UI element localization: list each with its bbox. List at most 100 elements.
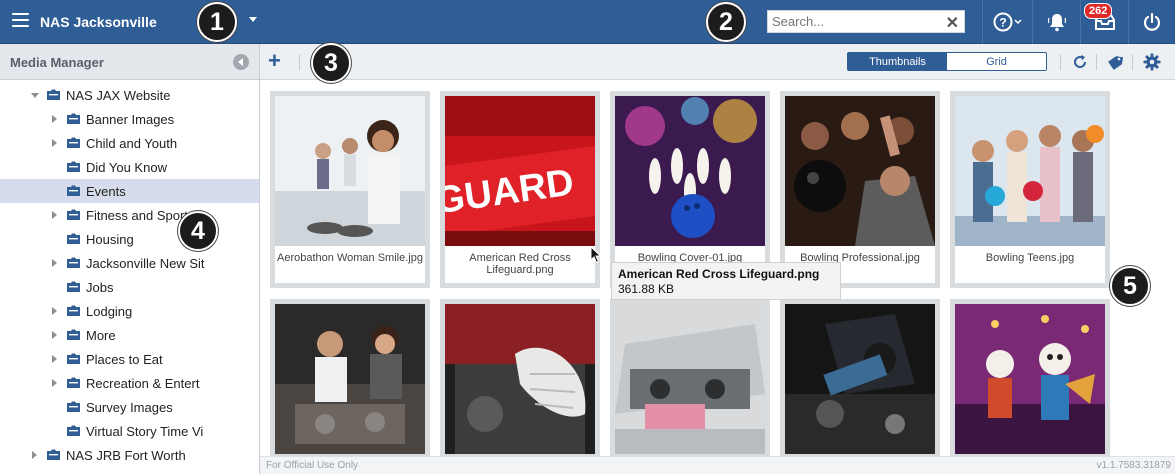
- tree-item-label: Recreation & Entert: [86, 376, 200, 391]
- media-manager-header: Media Manager: [0, 44, 259, 80]
- media-thumbnail-card[interactable]: [440, 299, 600, 474]
- callout-marker: 1: [197, 2, 237, 42]
- tree-item-label: More: [86, 328, 116, 343]
- tooltip-file-name: American Red Cross Lifeguard.png: [618, 267, 820, 281]
- tree-item-label: NAS JAX Website: [66, 88, 171, 103]
- tree-item-label: Jacksonville New Sit: [86, 256, 205, 271]
- media-thumbnail-card[interactable]: [610, 299, 770, 474]
- media-thumbnail-card[interactable]: [270, 299, 430, 474]
- callout-marker: 3: [311, 43, 351, 83]
- tree-item-label: Survey Images: [86, 400, 173, 415]
- folder-icon: [66, 112, 81, 125]
- caret-right-icon[interactable]: [52, 355, 57, 363]
- media-thumbnail-card[interactable]: [950, 299, 1110, 474]
- fitness-photo: [275, 96, 425, 246]
- bowling-pins-photo: [615, 96, 765, 246]
- add-icon[interactable]: +: [268, 50, 281, 72]
- folder-icon: [66, 184, 81, 197]
- refresh-icon[interactable]: [1071, 53, 1089, 71]
- footer: For Official Use Only v1.1.7583.31879: [260, 456, 1175, 474]
- inbox-button[interactable]: 262: [1080, 0, 1128, 44]
- mechanic-photo: [275, 304, 425, 454]
- toolbar-separator: [299, 54, 300, 70]
- caret-right-icon[interactable]: [52, 307, 57, 315]
- media-thumbnail-card[interactable]: Bowling Teens.jpg: [950, 91, 1110, 288]
- caret-right-icon[interactable]: [52, 139, 57, 147]
- bowler-photo: [785, 96, 935, 246]
- tooltip-file-size: 361.88 KB: [618, 282, 675, 296]
- tree-item[interactable]: Places to Eat: [0, 347, 259, 371]
- tree-item[interactable]: Child and Youth: [0, 131, 259, 155]
- lifeguard-photo: GUARD: [445, 96, 595, 246]
- site-title[interactable]: NAS Jacksonville: [40, 14, 157, 30]
- panel-divider[interactable]: [259, 44, 260, 474]
- folder-icon: [66, 328, 81, 341]
- caret-right-icon[interactable]: [52, 379, 57, 387]
- grid-view-button[interactable]: Grid: [947, 53, 1046, 70]
- media-file-name: Aerobathon Woman Smile.jpg: [275, 246, 425, 283]
- help-icon: ?: [993, 12, 1022, 32]
- search-input[interactable]: [768, 11, 944, 32]
- media-thumbnail-card[interactable]: Bowling Cover-01.jpg: [610, 91, 770, 288]
- tree-item[interactable]: Lodging: [0, 299, 259, 323]
- tree-item[interactable]: NAS JAX Website: [0, 83, 259, 107]
- tree-item[interactable]: Recreation & Entert: [0, 371, 259, 395]
- thumbnails-view-button[interactable]: Thumbnails: [848, 53, 947, 70]
- tree-item-label: Events: [86, 184, 126, 199]
- tree-item[interactable]: Fitness and Sport: [0, 203, 259, 227]
- power-icon: [1143, 12, 1161, 31]
- media-thumbnail-card[interactable]: [780, 299, 940, 474]
- tree-item[interactable]: Banner Images: [0, 107, 259, 131]
- caret-right-icon[interactable]: [32, 451, 37, 459]
- folder-tree: NAS JAX Website Banner Images Child and Yo…: [0, 83, 259, 467]
- toolbar-separator: [1132, 54, 1133, 70]
- folder-icon: [66, 352, 81, 365]
- site-dropdown-caret-icon[interactable]: [249, 17, 257, 22]
- caret-right-icon[interactable]: [52, 211, 57, 219]
- folder-icon: [66, 424, 81, 437]
- bell-icon: [1047, 14, 1066, 32]
- clear-search-icon[interactable]: ✕: [946, 13, 959, 33]
- toolbar-separator: [1060, 54, 1061, 70]
- mouse-cursor-icon: [590, 246, 602, 264]
- media-toolbar: + Thumbnails Grid: [260, 44, 1175, 80]
- media-thumbnail-card[interactable]: Aerobathon Woman Smile.jpg: [270, 91, 430, 288]
- tree-item[interactable]: Virtual Story Time Vi: [0, 419, 259, 443]
- tree-item[interactable]: Jobs: [0, 275, 259, 299]
- tree-item-label: Fitness and Sport: [86, 208, 188, 223]
- tree-item[interactable]: Housing: [0, 227, 259, 251]
- folder-icon: [46, 88, 61, 101]
- folder-icon: [66, 136, 81, 149]
- notification-count-badge: 262: [1084, 3, 1113, 19]
- toolbar-separator: [1096, 54, 1097, 70]
- caret-right-icon[interactable]: [52, 331, 57, 339]
- tree-item[interactable]: Events: [0, 179, 259, 203]
- tree-item[interactable]: More: [0, 323, 259, 347]
- media-file-name: American Red Cross Lifeguard.png: [445, 246, 595, 283]
- caret-right-icon[interactable]: [52, 115, 57, 123]
- caret-right-icon[interactable]: [52, 259, 57, 267]
- folder-icon: [66, 280, 81, 293]
- version-label: v1.1.7583.31879: [1096, 460, 1171, 471]
- tree-item[interactable]: Jacksonville New Sit: [0, 251, 259, 275]
- collapse-panel-icon[interactable]: [233, 54, 249, 70]
- notifications-button[interactable]: [1032, 0, 1080, 44]
- menu-icon[interactable]: [12, 13, 29, 27]
- tag-icon[interactable]: [1106, 53, 1124, 71]
- tree-item-label: Lodging: [86, 304, 133, 319]
- tree-item[interactable]: Did You Know: [0, 155, 259, 179]
- tree-item-label: Child and Youth: [86, 136, 178, 151]
- tree-item-label: NAS JRB Fort Worth: [66, 448, 186, 463]
- caret-down-icon[interactable]: [31, 93, 39, 98]
- settings-gear-icon[interactable]: [1143, 53, 1161, 71]
- media-thumbnail-card[interactable]: Bowling Professional.jpg: [780, 91, 940, 288]
- tree-item[interactable]: NAS JRB Fort Worth: [0, 443, 259, 467]
- animated-skeleton-photo: [955, 304, 1105, 454]
- file-info-tooltip: American Red Cross Lifeguard.png 361.88 …: [611, 262, 841, 300]
- tree-item-label: Housing: [86, 232, 134, 247]
- media-thumbnail-card[interactable]: GUARD American Red Cross Lifeguard.png: [440, 91, 600, 288]
- help-menu-button[interactable]: ?: [982, 0, 1032, 44]
- tree-item[interactable]: Survey Images: [0, 395, 259, 419]
- logout-button[interactable]: [1128, 0, 1175, 44]
- folder-icon: [66, 160, 81, 173]
